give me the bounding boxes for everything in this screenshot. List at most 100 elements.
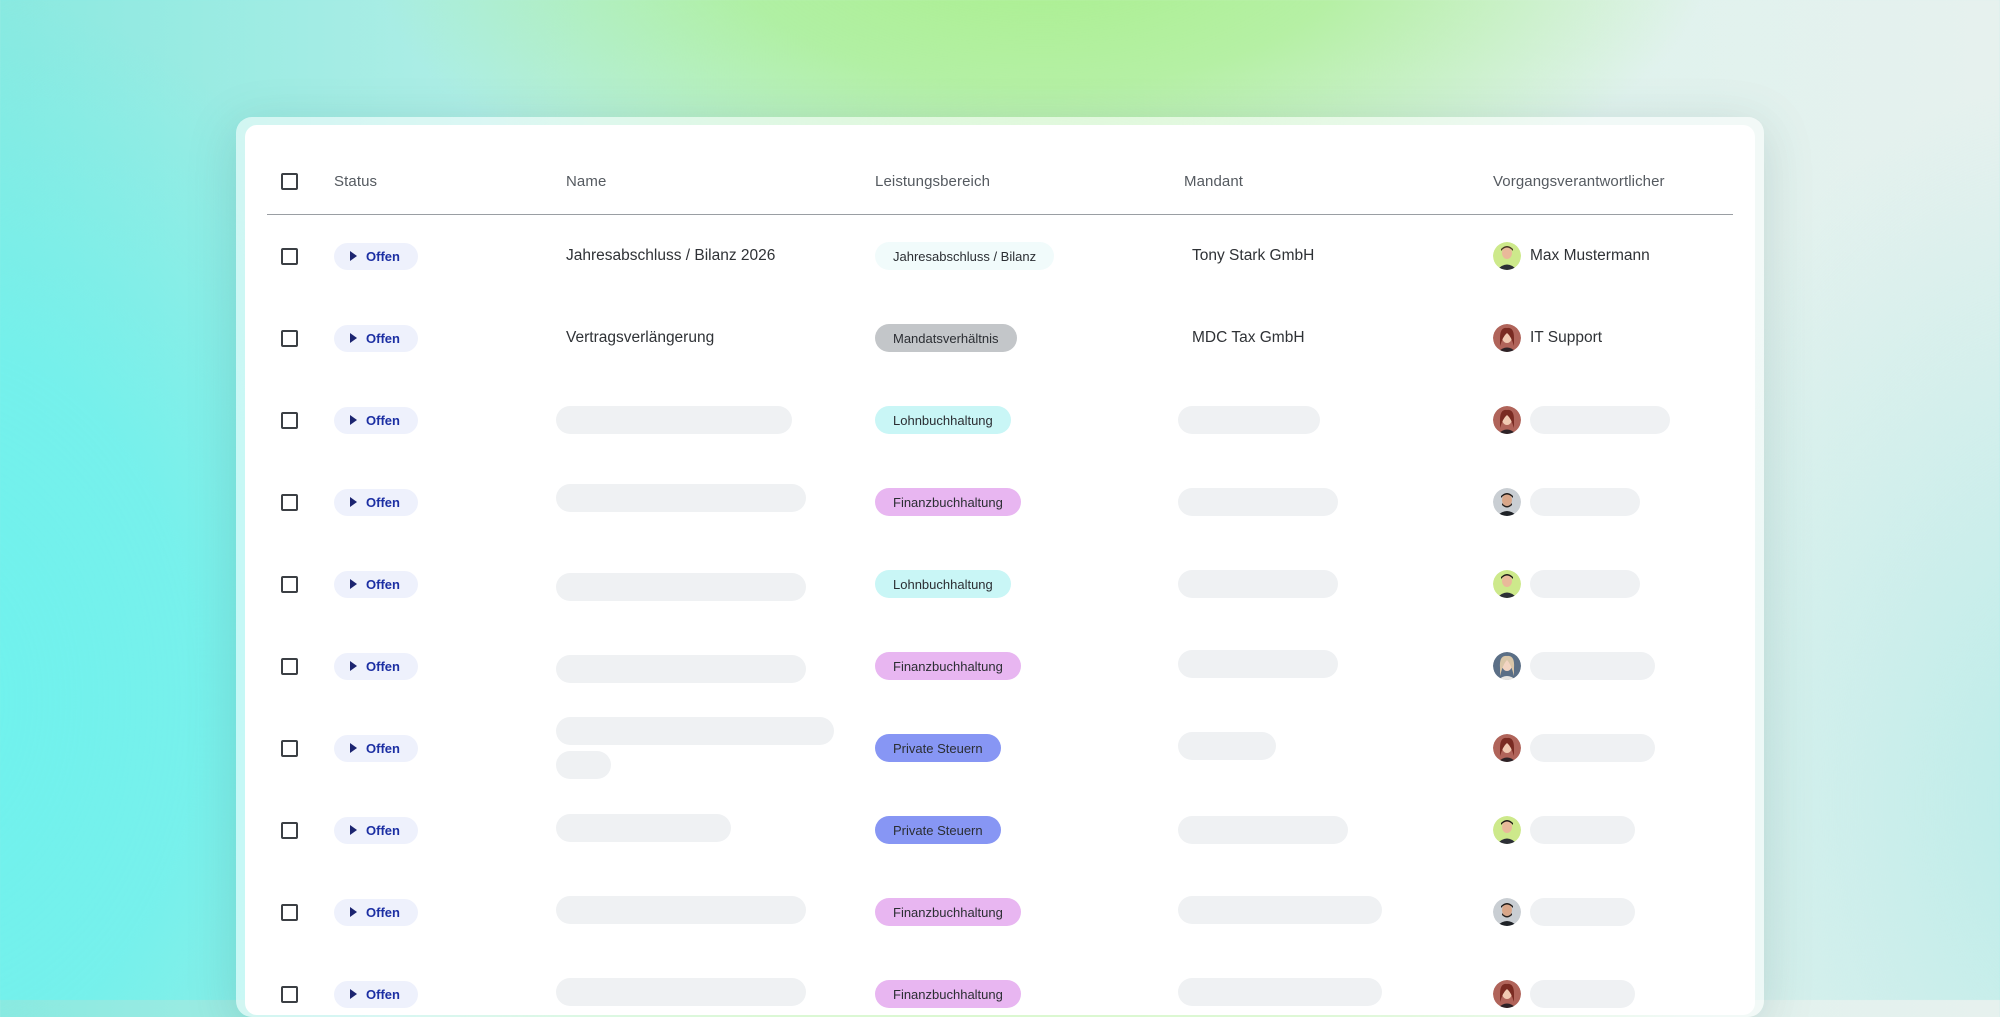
play-icon: [350, 907, 357, 917]
status-label: Offen: [366, 576, 400, 592]
service-area-tag: Lohnbuchhaltung: [875, 570, 1011, 598]
status-label: Offen: [366, 986, 400, 1002]
name-skeleton: [556, 484, 806, 512]
client-skeleton: [1178, 488, 1338, 516]
status-label: Offen: [366, 248, 400, 264]
status-badge[interactable]: Offen: [334, 652, 418, 680]
play-icon: [350, 579, 357, 589]
status-label: Offen: [366, 822, 400, 838]
row-checkbox[interactable]: [281, 903, 298, 921]
status-badge[interactable]: Offen: [334, 980, 418, 1008]
service-area-tag: Finanzbuchhaltung: [875, 980, 1021, 1008]
service-area-tag: Private Steuern: [875, 816, 1001, 844]
select-all-checkbox[interactable]: [281, 173, 298, 190]
client-skeleton: [1178, 896, 1382, 924]
row-checkbox[interactable]: [281, 739, 298, 757]
row-checkbox[interactable]: [281, 411, 298, 429]
play-icon: [350, 661, 357, 671]
row-checkbox[interactable]: [281, 657, 298, 675]
status-label: Offen: [366, 494, 400, 510]
table-row[interactable]: Offen Lohnbuchhaltung: [267, 379, 1733, 461]
owner-skeleton: [1530, 898, 1635, 926]
task-name[interactable]: Jahresabschluss / Bilanz 2026: [566, 247, 775, 265]
avatar-man-dark: [1493, 488, 1521, 516]
name-skeleton: [556, 978, 806, 1006]
client-skeleton: [1178, 732, 1276, 760]
header-leistungsbereich[interactable]: Leistungsbereich: [875, 173, 990, 190]
status-label: Offen: [366, 658, 400, 674]
play-icon: [350, 825, 357, 835]
status-badge[interactable]: Offen: [334, 570, 418, 598]
owner-name[interactable]: Max Mustermann: [1530, 247, 1650, 265]
name-skeleton: [556, 896, 806, 924]
task-name[interactable]: Vertragsverlängerung: [566, 329, 714, 347]
play-icon: [350, 333, 357, 343]
status-badge[interactable]: Offen: [334, 734, 418, 762]
owner-skeleton: [1530, 652, 1655, 680]
service-area-tag: Lohnbuchhaltung: [875, 406, 1011, 434]
name-skeleton: [556, 406, 792, 434]
client-skeleton: [1178, 406, 1320, 434]
avatar-woman-red: [1493, 734, 1521, 762]
play-icon: [350, 415, 357, 425]
client-skeleton: [1178, 978, 1382, 1006]
table-row[interactable]: Offen Finanzbuchhaltung: [267, 871, 1733, 953]
table-row[interactable]: Offen Jahresabschluss / Bilanz 2026 Jahr…: [267, 215, 1733, 297]
table-row[interactable]: Offen Finanzbuchhaltung: [267, 461, 1733, 543]
status-label: Offen: [366, 330, 400, 346]
play-icon: [350, 497, 357, 507]
table-row[interactable]: Offen Private Steuern: [267, 707, 1733, 789]
name-skeleton: [556, 573, 806, 601]
table-row[interactable]: Offen Private Steuern: [267, 789, 1733, 871]
table-row[interactable]: Offen Finanzbuchhaltung: [267, 953, 1733, 1015]
avatar-man-dark: [1493, 898, 1521, 926]
client-skeleton: [1178, 650, 1338, 678]
name-skeleton: [556, 814, 731, 842]
tasks-table-card: Status Name Leistungsbereich Mandant Vor…: [245, 125, 1755, 1015]
owner-name[interactable]: IT Support: [1530, 329, 1602, 347]
client-skeleton: [1178, 570, 1338, 598]
status-label: Offen: [366, 904, 400, 920]
table-header: Status Name Leistungsbereich Mandant Vor…: [267, 149, 1733, 215]
status-badge[interactable]: Offen: [334, 406, 418, 434]
play-icon: [350, 251, 357, 261]
play-icon: [350, 743, 357, 753]
status-badge[interactable]: Offen: [334, 242, 418, 270]
row-checkbox[interactable]: [281, 247, 298, 265]
client-name[interactable]: MDC Tax GmbH: [1192, 329, 1305, 347]
table-row[interactable]: Offen Finanzbuchhaltung: [267, 625, 1733, 707]
avatar-woman-red: [1493, 324, 1521, 352]
service-area-tag: Finanzbuchhaltung: [875, 898, 1021, 926]
avatar-man-green: [1493, 242, 1521, 270]
status-badge[interactable]: Offen: [334, 324, 418, 352]
header-vorgangsverantwortlicher[interactable]: Vorgangsverantwortlicher: [1493, 173, 1665, 190]
service-area-tag: Finanzbuchhaltung: [875, 488, 1021, 516]
status-badge[interactable]: Offen: [334, 488, 418, 516]
header-name[interactable]: Name: [566, 173, 606, 190]
row-checkbox[interactable]: [281, 575, 298, 593]
status-badge[interactable]: Offen: [334, 816, 418, 844]
status-label: Offen: [366, 412, 400, 428]
avatar-woman-blonde: [1493, 652, 1521, 680]
table-row[interactable]: Offen Vertragsverlängerung Mandatsverhäl…: [267, 297, 1733, 379]
name-skeleton-line-2: [556, 751, 611, 779]
client-name[interactable]: Tony Stark GmbH: [1192, 247, 1314, 265]
status-badge[interactable]: Offen: [334, 898, 418, 926]
owner-skeleton: [1530, 406, 1670, 434]
status-label: Offen: [366, 740, 400, 756]
service-area-tag: Finanzbuchhaltung: [875, 652, 1021, 680]
table-row[interactable]: Offen Lohnbuchhaltung: [267, 543, 1733, 625]
header-status[interactable]: Status: [334, 173, 377, 190]
service-area-tag: Private Steuern: [875, 734, 1001, 762]
service-area-tag: Jahresabschluss / Bilanz: [875, 242, 1055, 270]
header-mandant[interactable]: Mandant: [1184, 173, 1243, 190]
avatar-woman-red: [1493, 980, 1521, 1008]
row-checkbox[interactable]: [281, 821, 298, 839]
row-checkbox[interactable]: [281, 493, 298, 511]
row-checkbox[interactable]: [281, 329, 298, 347]
name-skeleton: [556, 717, 834, 745]
avatar-man-green: [1493, 816, 1521, 844]
owner-skeleton: [1530, 488, 1640, 516]
avatar-woman-red: [1493, 406, 1521, 434]
name-skeleton: [556, 655, 806, 683]
